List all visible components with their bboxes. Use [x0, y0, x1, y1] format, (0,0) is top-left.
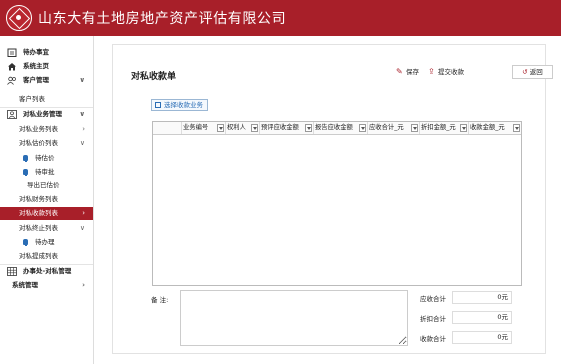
return-icon: ↺ — [522, 68, 528, 76]
sidebar-item-private-business[interactable]: 对私业务管理 ∨ — [0, 108, 93, 121]
column-dropdown-icon[interactable] — [359, 124, 366, 132]
column-header-label: 收款金额_元 — [470, 124, 505, 131]
sidebar-item-private-commission-list[interactable]: 对私提成列表 — [0, 250, 93, 263]
receipt-total-label: 收款合计 — [420, 335, 446, 343]
bell-icon — [23, 169, 28, 176]
chevron-down-icon: ∨ — [79, 110, 85, 118]
column-header-label: 应收合计_元 — [369, 124, 404, 131]
remark-label: 备 注: — [151, 296, 169, 304]
company-name: 山东大有土地房地产资产评估有限公司 — [38, 11, 287, 27]
grid-header: 业务编号 权利人 预评应收金额 报告应收金额 应收合计_元 折扣金额_元 收款金… — [153, 122, 521, 135]
grid-column-discount-amount[interactable]: 折扣金额_元 — [419, 122, 468, 134]
column-dropdown-icon[interactable] — [217, 124, 224, 132]
sidebar-item-office-private[interactable]: 办事处-对私管理 — [0, 265, 93, 278]
person-icon — [7, 110, 17, 119]
sidebar-item-customers[interactable]: 客户管理 ∨ — [0, 74, 93, 87]
sidebar-item-label: 客户列表 — [19, 95, 45, 103]
submit-receipt-button-label: 提交收款 — [438, 68, 464, 76]
column-dropdown-icon[interactable] — [411, 124, 418, 132]
sidebar-item-label: 导出已估价 — [27, 181, 60, 189]
sidebar-item-label: 对私业务管理 — [23, 110, 62, 118]
save-button-label: 保存 — [406, 68, 419, 76]
sidebar-item-label: 客户管理 — [23, 76, 49, 84]
sidebar-item-pending-handle[interactable]: 待办理 — [0, 236, 93, 249]
sidebar-item-private-business-list[interactable]: 对私业务列表 › — [0, 123, 93, 136]
column-dropdown-icon[interactable] — [305, 124, 312, 132]
discount-total-field: 0元 — [452, 311, 512, 324]
grid-column-receipt-amount[interactable]: 收款金额_元 — [468, 122, 521, 134]
sidebar-item-todo[interactable]: 待办事宜 — [0, 46, 93, 59]
sidebar-item-private-receipt-list[interactable]: 对私收款列表 › — [0, 207, 93, 220]
receipt-total-field: 0元 — [452, 331, 512, 344]
users-icon — [7, 76, 16, 85]
column-dropdown-icon[interactable] — [251, 124, 258, 132]
receipt-grid: 业务编号 权利人 预评应收金额 报告应收金额 应收合计_元 折扣金额_元 收款金… — [152, 121, 522, 286]
back-button[interactable]: ↺ 返回 — [512, 65, 553, 79]
sidebar-item-label: 对私业务列表 — [19, 125, 58, 133]
page-title: 对私收款单 — [131, 72, 177, 82]
chevron-right-icon: › — [82, 125, 85, 133]
bell-icon — [23, 155, 28, 162]
sidebar-item-label: 待估价 — [35, 154, 55, 162]
sidebar-item-label: 对私提成列表 — [19, 252, 58, 260]
column-header-label: 业务编号 — [183, 124, 209, 131]
sidebar-item-private-valuation-list[interactable]: 对私估价列表 ∨ — [0, 137, 93, 150]
sidebar-item-export-valued[interactable]: 导出已估价 — [0, 179, 93, 192]
upload-icon: ⇪ — [428, 67, 435, 76]
receivable-total-label: 应收合计 — [420, 295, 446, 303]
column-dropdown-icon[interactable] — [460, 124, 467, 132]
clipboard-icon — [7, 48, 17, 57]
column-dropdown-icon[interactable] — [513, 124, 520, 132]
grid-column-report-receivable[interactable]: 报告应收金额 — [313, 122, 367, 134]
discount-total-label: 折扣合计 — [420, 315, 446, 323]
receipt-form-panel: 对私收款单 ✎ 保存 ⇪ 提交收款 ↺ 返回 选择收款业务 业务编号 权利人 预… — [112, 44, 553, 354]
sidebar-item-system-admin[interactable]: 系统管理 › — [0, 279, 93, 292]
sidebar-item-pending-valuation[interactable]: 待估价 — [0, 152, 93, 165]
sidebar-item-label: 待办事宜 — [23, 48, 49, 56]
chevron-down-icon: ∨ — [79, 139, 85, 147]
sidebar-item-label: 系统主页 — [23, 62, 49, 70]
sidebar-item-label: 办事处-对私管理 — [23, 267, 72, 275]
select-icon — [155, 102, 161, 108]
sidebar: 待办事宜 系统主页 客户管理 ∨ 客户列表 对私业务管理 ∨ 对私业务列表 › … — [0, 36, 94, 364]
receivable-total-field: 0元 — [452, 291, 512, 304]
company-logo — [6, 5, 32, 31]
sidebar-item-label: 待审批 — [35, 168, 55, 176]
chevron-right-icon: › — [82, 281, 85, 289]
chevron-down-icon: ∨ — [79, 224, 85, 232]
bell-icon — [23, 239, 28, 246]
home-icon — [8, 63, 16, 71]
grid-column-business-no[interactable]: 业务编号 — [181, 122, 225, 134]
sidebar-item-label: 对私终止列表 — [19, 224, 58, 232]
sidebar-item-label: 对私估价列表 — [19, 139, 58, 147]
column-header-label: 报告应收金额 — [315, 124, 353, 131]
grid-column-rights-holder[interactable]: 权利人 — [225, 122, 259, 134]
sidebar-item-private-terminate-list[interactable]: 对私终止列表 ∨ — [0, 222, 93, 235]
main-content: 对私收款单 ✎ 保存 ⇪ 提交收款 ↺ 返回 选择收款业务 业务编号 权利人 预… — [94, 36, 561, 364]
back-button-label: 返回 — [529, 68, 543, 76]
sidebar-item-customer-list[interactable]: 客户列表 — [0, 93, 93, 106]
sidebar-item-label: 对私收款列表 — [19, 209, 58, 217]
select-receipt-business-label: 选择收款业务 — [164, 101, 203, 109]
chevron-right-icon: › — [82, 209, 85, 217]
column-header-label: 折扣金额_元 — [421, 124, 456, 131]
sidebar-item-label: 系统管理 — [12, 281, 38, 289]
chevron-down-icon: ∨ — [79, 76, 85, 84]
sidebar-item-home[interactable]: 系统主页 — [0, 60, 93, 73]
grid-icon — [7, 267, 17, 276]
column-header-label: 预评应收金额 — [261, 124, 299, 131]
sidebar-item-label: 待办理 — [35, 238, 55, 246]
select-receipt-business-button[interactable]: 选择收款业务 — [151, 99, 208, 111]
sidebar-item-pending-approval[interactable]: 待审批 — [0, 166, 93, 179]
column-header-label: 权利人 — [227, 124, 246, 131]
grid-column-pre-eval-receivable[interactable]: 预评应收金额 — [259, 122, 313, 134]
sidebar-item-label: 对私财务列表 — [19, 195, 58, 203]
grid-column-receivable-total[interactable]: 应收合计_元 — [367, 122, 419, 134]
sidebar-item-private-finance-list[interactable]: 对私财务列表 — [0, 193, 93, 206]
remark-textarea[interactable] — [180, 290, 408, 346]
edit-icon: ✎ — [396, 67, 403, 76]
app-header: 山东大有土地房地产资产评估有限公司 — [0, 0, 561, 36]
